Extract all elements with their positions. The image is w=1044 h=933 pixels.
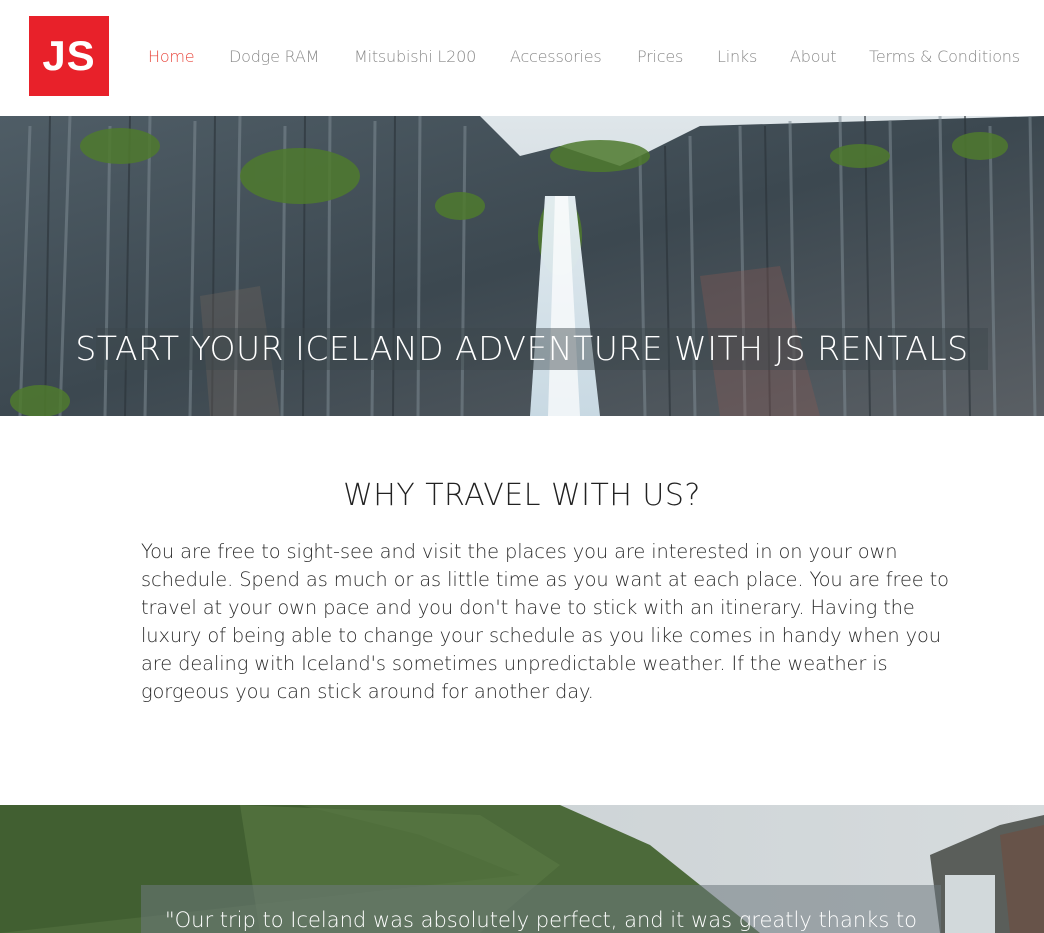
nav-links[interactable]: Links <box>717 44 757 70</box>
nav-mitsubishi-l200[interactable]: Mitsubishi L200 <box>354 44 476 70</box>
nav-about[interactable]: About <box>790 44 837 70</box>
testimonial-section: "Our trip to Iceland was absolutely perf… <box>0 805 1044 933</box>
testimonial-quote: "Our trip to Iceland was absolutely perf… <box>164 908 918 932</box>
hero-banner: START YOUR ICELAND ADVENTURE WITH JS REN… <box>0 116 1044 416</box>
nav-accessories[interactable]: Accessories <box>510 44 602 70</box>
logo[interactable]: JS <box>29 16 109 96</box>
logo-text: JS <box>42 32 96 79</box>
nav-home[interactable]: Home <box>148 44 195 70</box>
nav-dodge-ram[interactable]: Dodge RAM <box>229 44 319 70</box>
why-body-text: You are free to sight-see and visit the … <box>141 540 949 703</box>
nav-terms[interactable]: Terms & Conditions <box>869 44 1020 70</box>
hero-title: START YOUR ICELAND ADVENTURE WITH JS REN… <box>75 329 969 368</box>
site-header: JS Home Dodge RAM Mitsubishi L200 Access… <box>0 0 1044 116</box>
nav-prices[interactable]: Prices <box>637 44 683 70</box>
why-heading: WHY TRAVEL WITH US? <box>343 478 701 513</box>
